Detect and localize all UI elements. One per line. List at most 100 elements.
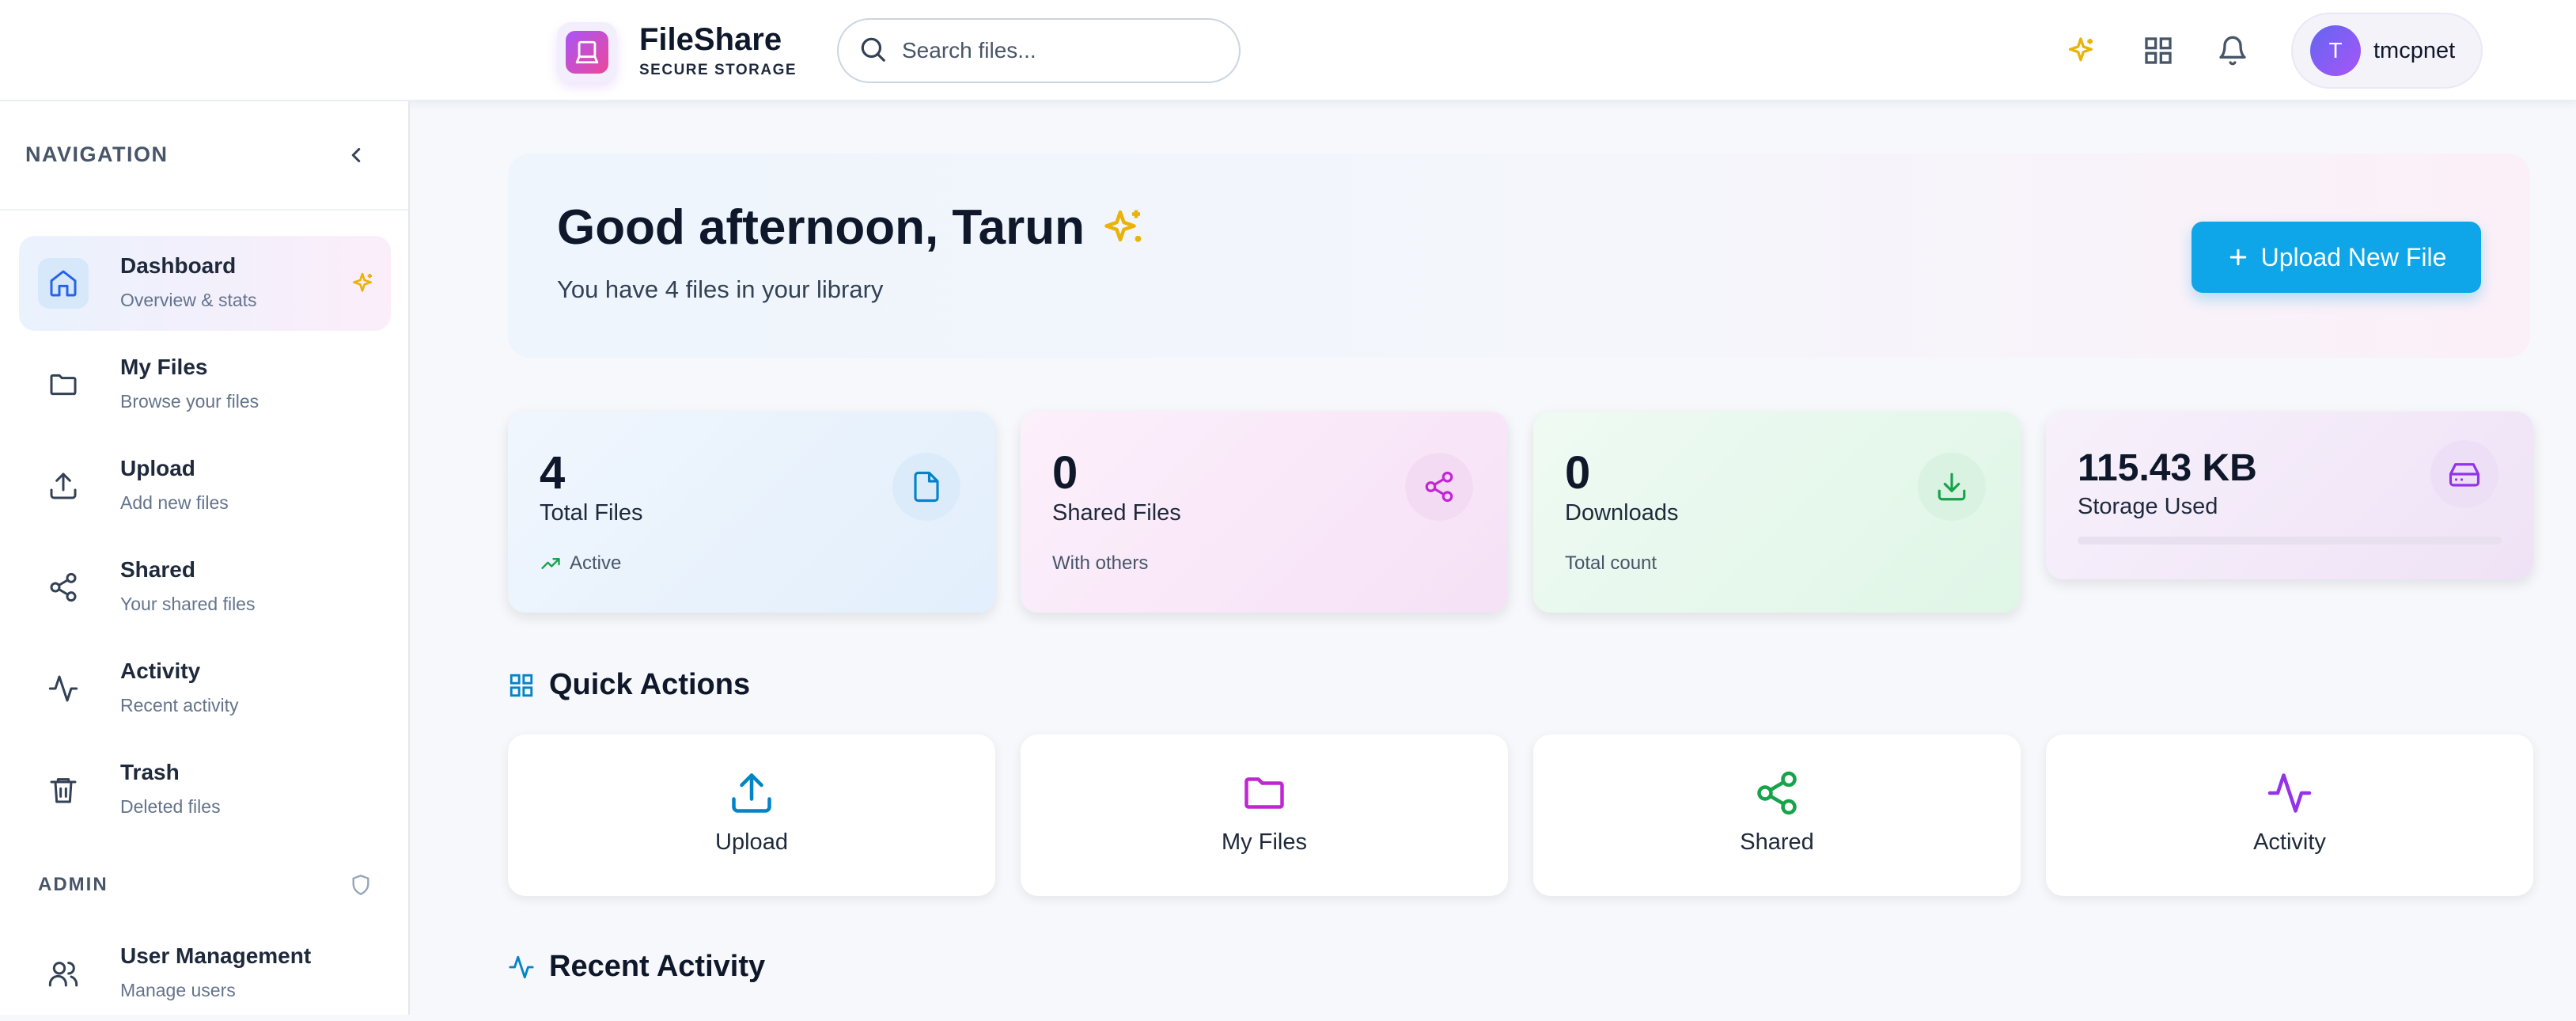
- upload-icon: [508, 769, 995, 817]
- activity-icon: [38, 663, 89, 714]
- plus-icon: [2226, 245, 2250, 269]
- sidebar-item-title: Activity: [120, 659, 201, 683]
- avatar: T: [2310, 25, 2361, 76]
- sidebar-heading: NAVIGATION: [25, 142, 169, 166]
- stat-label: Storage Used: [2078, 494, 2218, 519]
- sidebar: NAVIGATION Dashboard Overview & stats My…: [0, 101, 410, 1015]
- sidebar-item-trash[interactable]: Trash Deleted files: [19, 742, 391, 837]
- quick-action-label: My Files: [1222, 829, 1307, 855]
- stat-card-downloads[interactable]: 0 Downloads Total count: [1533, 412, 2021, 613]
- stat-value: 115.43 KB: [2078, 447, 2257, 489]
- trash-icon: [38, 765, 89, 815]
- stat-card-storage-used[interactable]: 115.43 KB Storage Used: [2046, 412, 2533, 579]
- admin-heading: ADMIN: [38, 874, 108, 895]
- sidebar-item-title: Trash: [120, 760, 180, 784]
- stat-footnote: Active: [540, 552, 621, 575]
- stat-footnote-text: With others: [1052, 552, 1149, 574]
- grid-icon: [510, 674, 533, 696]
- top-bar: FileShare SECURE STORAGE T tmcpnet: [0, 0, 2576, 101]
- sidebar-item-title: Dashboard: [120, 253, 237, 278]
- bell-icon[interactable]: [2214, 32, 2252, 70]
- upload-new-file-button[interactable]: Upload New File: [2191, 222, 2481, 293]
- chevron-left-icon: [351, 148, 361, 162]
- sparkles-icon: [1100, 204, 1148, 252]
- grid-icon[interactable]: [2139, 32, 2177, 70]
- sidebar-item-dashboard[interactable]: Dashboard Overview & stats: [19, 236, 391, 331]
- recent-activity-title: Recent Activity: [549, 950, 766, 983]
- quick-actions-title: Quick Actions: [549, 668, 751, 701]
- quick-action-activity[interactable]: Activity: [2046, 734, 2533, 896]
- brand-tagline: SECURE STORAGE: [639, 62, 797, 78]
- greeting-subtitle: You have 4 files in your library: [557, 275, 884, 303]
- sidebar-item-title: My Files: [120, 355, 208, 379]
- stat-value: 0: [1565, 447, 1591, 499]
- quick-action-label: Shared: [1740, 829, 1814, 855]
- stat-footnote-text: Active: [570, 552, 622, 574]
- app-logo[interactable]: [557, 22, 617, 82]
- sidebar-item-user-management[interactable]: User Management Manage users: [19, 926, 391, 1021]
- sidebar-item-my-files[interactable]: My Files Browse your files: [19, 337, 391, 432]
- search-box[interactable]: [837, 18, 1241, 83]
- sidebar-item-subtitle: Recent activity: [120, 695, 239, 715]
- quick-actions-heading: Quick Actions: [508, 668, 750, 702]
- user-menu-button[interactable]: T tmcpnet: [2291, 13, 2483, 89]
- recent-activity-heading: Recent Activity: [508, 950, 765, 984]
- sparkles-icon[interactable]: [2062, 32, 2100, 70]
- sidebar-item-subtitle: Your shared files: [120, 594, 256, 614]
- home-icon: [38, 258, 89, 309]
- folder-icon: [38, 359, 89, 410]
- sidebar-item-subtitle: Add new files: [120, 492, 229, 513]
- sidebar-item-upload[interactable]: Upload Add new files: [19, 438, 391, 533]
- download-icon: [1918, 453, 1986, 521]
- quick-action-label: Upload: [715, 829, 788, 855]
- trending-up-icon: [541, 558, 560, 569]
- stat-card-shared-files[interactable]: 0 Shared Files With others: [1021, 412, 1508, 613]
- sidebar-item-title: Upload: [120, 456, 195, 480]
- welcome-banner: Good afternoon, Tarun You have 4 files i…: [508, 154, 2530, 358]
- hard-drive-icon: [2430, 440, 2498, 508]
- brand-name: FileShare: [639, 22, 782, 57]
- stat-footnote: With others: [1052, 552, 1148, 575]
- sparkles-icon: [350, 271, 375, 296]
- sidebar-item-subtitle: Manage users: [120, 980, 236, 1000]
- quick-action-label: Activity: [2253, 829, 2326, 855]
- sidebar-item-title: Shared: [120, 557, 195, 582]
- search-icon: [858, 34, 888, 68]
- stat-value: 4: [540, 447, 566, 499]
- user-name: tmcpnet: [2373, 37, 2456, 63]
- sidebar-item-subtitle: Browse your files: [120, 391, 259, 412]
- shield-icon: [350, 874, 372, 896]
- file-icon: [892, 453, 960, 521]
- sidebar-item-subtitle: Overview & stats: [120, 290, 257, 310]
- stat-footnote: Total count: [1565, 552, 1657, 575]
- activity-icon: [2046, 769, 2533, 817]
- collapse-sidebar-button[interactable]: [342, 141, 370, 169]
- search-input[interactable]: [902, 38, 1218, 63]
- quick-action-shared[interactable]: Shared: [1533, 734, 2021, 896]
- upload-icon: [38, 461, 89, 511]
- sidebar-item-subtitle: Deleted files: [120, 796, 221, 817]
- divider: [0, 209, 408, 211]
- stat-footnote-text: Total count: [1565, 552, 1657, 574]
- upload-new-file-label: Upload New File: [2260, 242, 2447, 271]
- sidebar-item-activity[interactable]: Activity Recent activity: [19, 641, 391, 736]
- quick-action-my-files[interactable]: My Files: [1021, 734, 1508, 896]
- folder-icon: [1021, 769, 1508, 817]
- storage-progress-bar: [2078, 537, 2502, 545]
- share-icon: [1533, 769, 2021, 817]
- sidebar-item-title: User Management: [120, 943, 312, 968]
- share-icon: [38, 562, 89, 613]
- users-icon: [38, 948, 89, 999]
- stat-label: Shared Files: [1052, 500, 1181, 526]
- stat-label: Downloads: [1565, 500, 1679, 526]
- activity-icon: [509, 955, 534, 978]
- stat-value: 0: [1052, 447, 1078, 499]
- greeting-heading: Good afternoon, Tarun: [557, 199, 1148, 256]
- share-icon: [1405, 453, 1473, 521]
- sidebar-item-shared[interactable]: Shared Your shared files: [19, 540, 391, 635]
- greeting-text: Good afternoon, Tarun: [557, 200, 1085, 255]
- stat-card-total-files[interactable]: 4 Total Files Active: [508, 412, 995, 613]
- hard-drive-logo-icon: [566, 31, 608, 74]
- quick-action-upload[interactable]: Upload: [508, 734, 995, 896]
- stat-label: Total Files: [540, 500, 643, 526]
